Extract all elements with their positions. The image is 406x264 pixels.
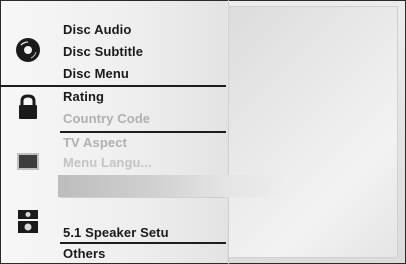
menu-item-disc-audio[interactable]: Disc Audio <box>63 22 131 37</box>
menu-item-tv-aspect[interactable]: TV Aspect <box>63 135 127 150</box>
submenu-panel <box>228 6 398 258</box>
speaker-icon <box>18 210 38 233</box>
selection-highlight <box>58 175 284 197</box>
menu-item-others[interactable]: Others <box>63 246 106 261</box>
menu-item-speaker-setup[interactable]: 5.1 Speaker Setu <box>63 225 169 240</box>
menu-item-disc-menu[interactable]: Disc Menu <box>63 66 129 81</box>
tv-icon <box>17 153 39 170</box>
separator <box>60 131 226 133</box>
lock-icon <box>19 94 37 119</box>
disc-icon <box>16 38 40 62</box>
menu-item-disc-subtitle[interactable]: Disc Subtitle <box>63 44 143 59</box>
separator <box>60 242 226 244</box>
menu-item-rating[interactable]: Rating <box>63 89 104 104</box>
separator <box>0 85 226 87</box>
menu-item-country-code[interactable]: Country Code <box>63 111 150 126</box>
separator <box>60 197 226 198</box>
menu-item-menu-language[interactable]: Menu Langu... <box>63 155 152 170</box>
